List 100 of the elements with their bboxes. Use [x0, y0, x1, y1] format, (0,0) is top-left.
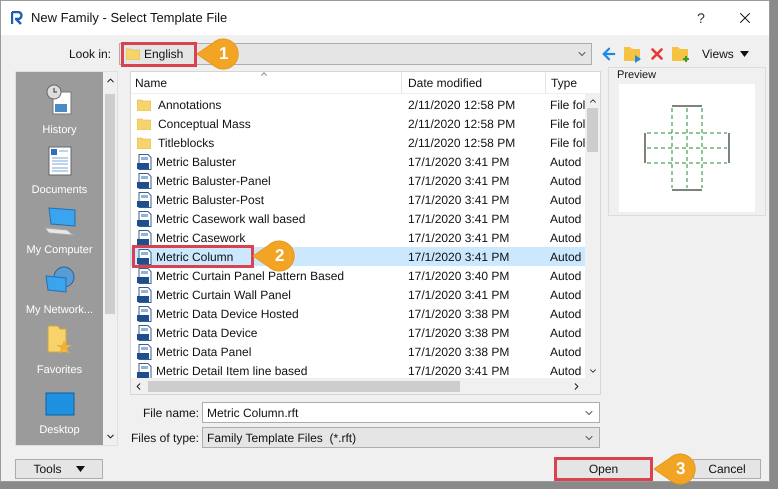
file-row[interactable]: Metric Baluster-Panel 17/1/2020 3:41 PM Autod	[131, 171, 586, 190]
file-name-cell-text: Metric Baluster	[156, 154, 236, 170]
type-cell-text: Autod	[549, 210, 582, 228]
file-row[interactable]: Metric Baluster 17/1/2020 3:41 PM Autod	[131, 152, 586, 171]
template-file-icon	[137, 230, 153, 246]
date-cell-text: 2/11/2020 12:58 PM	[407, 116, 516, 132]
file-name-cell-text: Conceptual Mass	[158, 116, 251, 132]
type-cell-text: Autod	[549, 268, 582, 284]
type-cell-text: File fol	[549, 116, 586, 132]
help-button[interactable]: ?	[689, 8, 713, 28]
date-cell-text: 17/1/2020 3:38 PM	[407, 324, 510, 342]
date-cell-text: 17/1/2020 3:41 PM	[407, 154, 510, 170]
file-name-cell-text: Metric Data Panel	[156, 344, 252, 360]
file-name-cell-text: Metric Column	[156, 248, 234, 266]
views-button[interactable]: Views	[702, 45, 749, 63]
template-file-icon	[137, 268, 153, 284]
file-name-cell-text: Metric Casework	[156, 230, 246, 246]
look-in-label: Look in:	[68, 46, 112, 63]
scroll-thumb[interactable]	[105, 94, 115, 314]
template-file-icon	[137, 154, 153, 170]
file-name-field[interactable]: Metric Column.rft	[202, 402, 600, 423]
clock-document-icon	[44, 84, 74, 116]
date-cell-text: 17/1/2020 3:40 PM	[407, 268, 510, 284]
file-type-dropdown[interactable]: Family Template Files (*.rft)	[202, 427, 600, 448]
column-header[interactable]: Name	[131, 72, 401, 93]
type-cell-text: File fol	[549, 96, 586, 114]
preview-label: Preview	[616, 68, 658, 82]
scroll-thumb[interactable]	[148, 380, 460, 392]
folder-icon	[137, 136, 151, 148]
type-cell-text: Autod	[549, 362, 582, 378]
callout-badge: 1	[197, 38, 241, 70]
window-title: New Family - Select Template File	[31, 9, 228, 28]
file-name-cell-text: Metric Baluster-Panel	[156, 172, 271, 190]
date-cell-text: 17/1/2020 3:41 PM	[407, 172, 510, 190]
date-cell-text: 17/1/2020 3:41 PM	[407, 192, 510, 208]
file-row[interactable]: Metric Casework wall based 17/1/2020 3:41 PM Autod	[131, 209, 586, 228]
type-cell-text: Autod	[549, 324, 582, 342]
file-row[interactable]: Conceptual Mass 2/11/2020 12:58 PM File fol	[131, 114, 586, 133]
vertical-scrollbar[interactable]	[103, 72, 117, 445]
date-cell-text: 17/1/2020 3:41 PM	[407, 248, 510, 266]
app-logo-icon	[11, 11, 23, 25]
file-row[interactable]: Metric Detail Item line based 17/1/2020 3:41 PM Autod	[131, 361, 586, 378]
folder-icon	[137, 98, 151, 110]
type-cell-text: Autod	[549, 192, 582, 208]
file-name-cell-text: Metric Detail Item line based	[156, 362, 308, 378]
callout-badge: 3	[654, 453, 698, 485]
caret-icon	[76, 466, 84, 472]
computer-icon	[42, 206, 76, 236]
type-cell-text: Autod	[549, 154, 582, 170]
template-file-icon	[137, 324, 153, 340]
date-cell-text: 2/11/2020 12:58 PM	[407, 96, 516, 114]
file-name-cell-text: Metric Data Device Hosted	[156, 306, 299, 322]
file-row[interactable]: Metric Data Device Hosted 17/1/2020 3:38 PM Autod	[131, 304, 586, 323]
type-cell-text: Autod	[549, 172, 582, 190]
document-icon	[48, 146, 72, 176]
folder-up-icon[interactable]	[624, 45, 642, 63]
scroll-thumb[interactable]	[587, 108, 598, 152]
vertical-scrollbar[interactable]	[585, 94, 600, 378]
column-header[interactable]: Type	[545, 72, 585, 93]
type-cell-text: Autod	[549, 306, 582, 322]
file-name-cell-text: Titleblocks	[158, 134, 214, 152]
date-cell-text: 17/1/2020 3:41 PM	[407, 362, 510, 378]
new-folder-icon[interactable]	[672, 45, 690, 63]
network-globe-icon	[44, 266, 76, 296]
date-cell-text: 17/1/2020 3:41 PM	[407, 286, 510, 304]
horizontal-scrollbar[interactable]	[131, 378, 600, 394]
file-row[interactable]: Metric Data Device 17/1/2020 3:38 PM Autod	[131, 323, 586, 342]
column-header[interactable]: Date modified	[401, 72, 545, 93]
type-cell-text: Autod	[549, 344, 582, 360]
delete-icon[interactable]	[648, 45, 666, 63]
date-cell-text: 2/11/2020 12:58 PM	[407, 134, 516, 152]
file-row[interactable]: Metric Data Panel 17/1/2020 3:38 PM Autod	[131, 342, 586, 361]
file-row[interactable]: Metric Baluster-Post 17/1/2020 3:41 PM Autod	[131, 190, 586, 209]
file-row[interactable]: Metric Curtain Wall Panel 17/1/2020 3:41 PM Autod	[131, 285, 586, 304]
template-file-icon	[137, 248, 153, 264]
file-row[interactable]: Annotations 2/11/2020 12:58 PM File fol	[131, 95, 586, 114]
file-row[interactable]: Titleblocks 2/11/2020 12:58 PM File fol	[131, 133, 586, 152]
tools-button[interactable]: Tools	[15, 459, 103, 479]
desktop-icon	[44, 392, 74, 416]
template-file-icon	[137, 362, 153, 378]
file-name-cell-text: Metric Baluster-Post	[156, 192, 264, 208]
file-type-label: Files of type:	[130, 430, 200, 446]
template-file-icon	[137, 286, 153, 302]
cancel-button[interactable]: Cancel	[693, 459, 761, 479]
file-name-label: File name:	[142, 404, 200, 422]
file-name-cell-text: Metric Curtain Wall Panel	[156, 286, 291, 304]
type-cell-text: File fol	[549, 134, 586, 152]
type-cell-text: Autod	[549, 230, 582, 246]
template-file-icon	[137, 192, 153, 208]
date-cell-text: 17/1/2020 3:38 PM	[407, 306, 510, 322]
template-file-icon	[137, 172, 153, 188]
callout-badge: 2	[253, 240, 297, 272]
folder-icon	[126, 48, 140, 60]
caret-icon	[740, 51, 749, 57]
file-name-cell-text: Metric Casework wall based	[156, 210, 306, 228]
template-file-icon	[137, 344, 153, 360]
template-file-icon	[137, 210, 153, 226]
template-file-icon	[137, 306, 153, 322]
favorites-folder-icon	[46, 324, 74, 356]
folder-icon	[137, 118, 151, 130]
